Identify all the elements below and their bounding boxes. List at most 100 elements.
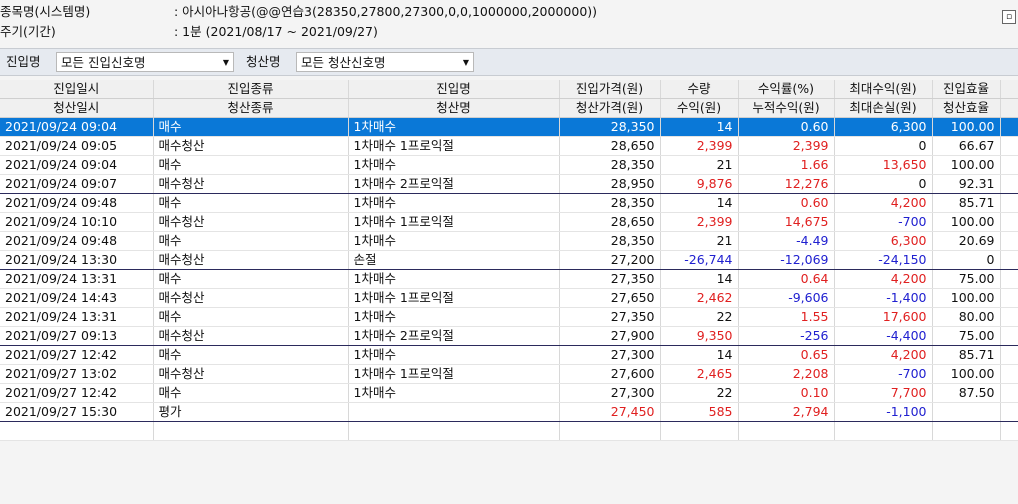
efficiency-cell: 75.00 (932, 326, 1001, 346)
empty-cell (932, 421, 1001, 441)
col-header[interactable]: 청산효율 (932, 98, 1001, 118)
col-header[interactable]: 누적수익(원) (738, 98, 835, 118)
table-row[interactable]: 2021/09/24 13:31 매수 1차매수 27,350 14 0.64 4,200 7… (0, 269, 1018, 289)
chevron-down-icon: ▼ (462, 58, 469, 67)
efficiency-cell: 0 (932, 250, 1001, 270)
table-row[interactable]: 2021/09/27 12:42 매수 1차매수 27,300 14 0.65 4,200 8… (0, 345, 1018, 365)
price-cell: 27,300 (559, 345, 661, 365)
max-pl-cell: 0 (834, 136, 933, 156)
entry-filter-select[interactable]: 모든 진입신호명 ▼ (56, 52, 234, 72)
return-cell: -256 (738, 326, 835, 346)
col-header[interactable]: 진입명 (348, 80, 560, 99)
type-cell: 매수청산 (153, 288, 349, 308)
col-header[interactable]: 청산명 (348, 98, 560, 118)
price-cell: 28,650 (559, 136, 661, 156)
efficiency-cell: 66.67 (932, 136, 1001, 156)
empty-cell (738, 421, 835, 441)
col-header[interactable]: 청산가격(원) (559, 98, 661, 118)
period-value: : 1분 (2021/08/17 ~ 2021/09/27) (174, 24, 378, 39)
efficiency-cell: 85.71 (932, 193, 1001, 213)
max-pl-cell: 4,200 (834, 269, 933, 289)
empty-cell (1000, 421, 1018, 441)
max-pl-cell: 4,200 (834, 345, 933, 365)
row-extra-cell (1000, 155, 1018, 175)
entry-filter-label: 진입명 (6, 54, 41, 69)
efficiency-cell (932, 402, 1001, 422)
table-row[interactable]: 2021/09/27 12:42 매수 1차매수 27,300 22 0.10 7,700 8… (0, 383, 1018, 403)
signal-name-cell: 1차매수 1프로익절 (348, 212, 560, 232)
window-restore-icon[interactable]: ▫ (1002, 10, 1016, 24)
signal-name-cell: 1차매수 (348, 345, 560, 365)
table-row[interactable]: 2021/09/24 09:04 매수 1차매수 28,350 21 1.66 13,650… (0, 155, 1018, 175)
qty-profit-cell: 9,350 (660, 326, 739, 346)
price-cell: 27,600 (559, 364, 661, 384)
table-row[interactable]: 2021/09/24 09:07 매수청산 1차매수 2프로익절 28,950 9,87… (0, 174, 1018, 194)
col-header[interactable]: 수량 (660, 80, 739, 99)
table-row[interactable]: 2021/09/24 09:04 매수 1차매수 28,350 14 0.60 6,300 1… (0, 117, 1018, 137)
table-row[interactable]: 2021/09/24 09:48 매수 1차매수 28,350 21 -4.49 6,300… (0, 231, 1018, 251)
col-header[interactable]: 청산일시 (0, 98, 154, 118)
datetime-cell: 2021/09/27 12:42 (0, 345, 154, 365)
return-cell: 1.66 (738, 155, 835, 175)
qty-profit-cell: 9,876 (660, 174, 739, 194)
table-row[interactable]: 2021/09/24 10:10 매수청산 1차매수 1프로익절 28,650 2,39… (0, 212, 1018, 232)
datetime-cell: 2021/09/27 09:13 (0, 326, 154, 346)
datetime-cell: 2021/09/24 09:05 (0, 136, 154, 156)
col-header[interactable]: 진입가격(원) (559, 80, 661, 99)
col-header[interactable]: 수익률(%) (738, 80, 835, 99)
col-header[interactable]: 진입효율 (932, 80, 1001, 99)
type-cell: 매수 (153, 231, 349, 251)
efficiency-cell: 75.00 (932, 269, 1001, 289)
type-cell: 매수청산 (153, 136, 349, 156)
table-row[interactable]: 2021/09/24 09:05 매수청산 1차매수 1프로익절 28,650 2,39… (0, 136, 1018, 156)
qty-profit-cell: 14 (660, 269, 739, 289)
exit-filter-select[interactable]: 모든 청산신호명 ▼ (296, 52, 474, 72)
table-row[interactable]: 2021/09/24 13:31 매수 1차매수 27,350 22 1.55 17,600… (0, 307, 1018, 327)
efficiency-cell: 87.50 (932, 383, 1001, 403)
col-header-extra (1000, 80, 1018, 99)
table-row[interactable]: 2021/09/24 09:48 매수 1차매수 28,350 14 0.60 4,200 8… (0, 193, 1018, 213)
table-row[interactable]: 2021/09/27 09:13 매수청산 1차매수 2프로익절 27,900 9,35… (0, 326, 1018, 346)
period-label: 주기(기간) (0, 24, 56, 39)
signal-name-cell: 1차매수 (348, 155, 560, 175)
signal-name-cell: 1차매수 1프로익절 (348, 364, 560, 384)
col-header[interactable]: 최대수익(원) (834, 80, 933, 99)
qty-profit-cell: 2,399 (660, 212, 739, 232)
col-header[interactable]: 진입종류 (153, 80, 349, 99)
return-cell: 0.60 (738, 193, 835, 213)
empty-cell (559, 421, 661, 441)
type-cell: 매수 (153, 269, 349, 289)
max-pl-cell: 0 (834, 174, 933, 194)
return-cell: 0.64 (738, 269, 835, 289)
col-header[interactable]: 진입일시 (0, 80, 154, 99)
type-cell: 매수 (153, 307, 349, 327)
signal-name-cell (348, 402, 560, 422)
table-row[interactable]: 2021/09/24 13:30 매수청산 손절 27,200 -26,744 -12,0… (0, 250, 1018, 270)
col-header[interactable]: 청산종류 (153, 98, 349, 118)
datetime-cell: 2021/09/24 09:07 (0, 174, 154, 194)
row-extra-cell (1000, 193, 1018, 213)
table-row[interactable]: 2021/09/27 15:30 평가 27,450 585 2,794 -1,100 (0, 402, 1018, 422)
col-header[interactable]: 수익(원) (660, 98, 739, 118)
row-extra-cell (1000, 250, 1018, 270)
efficiency-cell: 100.00 (932, 288, 1001, 308)
symbol-label: 종목명(시스템명) (0, 4, 91, 19)
signal-name-cell: 손절 (348, 250, 560, 270)
table-row[interactable]: 2021/09/27 13:02 매수청산 1차매수 1프로익절 27,600 2,46… (0, 364, 1018, 384)
signal-name-cell: 1차매수 (348, 117, 560, 137)
qty-profit-cell: 21 (660, 155, 739, 175)
row-extra-cell (1000, 231, 1018, 251)
row-extra-cell (1000, 307, 1018, 327)
trade-table-body: 2021/09/24 09:04 매수 1차매수 28,350 14 0.60 6,300 1… (0, 117, 1018, 441)
table-row[interactable]: 2021/09/24 14:43 매수청산 1차매수 1프로익절 27,650 2,46… (0, 288, 1018, 308)
max-pl-cell: -24,150 (834, 250, 933, 270)
return-cell: 2,208 (738, 364, 835, 384)
type-cell: 매수 (153, 345, 349, 365)
header-row-2: 청산일시 청산종류 청산명 청산가격(원) 수익(원) 누적수익(원) 최대손실… (0, 98, 1018, 118)
entry-filter-value: 모든 진입신호명 (61, 55, 146, 70)
col-header[interactable]: 최대손실(원) (834, 98, 933, 118)
qty-profit-cell: 14 (660, 345, 739, 365)
row-extra-cell (1000, 136, 1018, 156)
max-pl-cell: 17,600 (834, 307, 933, 327)
signal-name-cell: 1차매수 1프로익절 (348, 136, 560, 156)
